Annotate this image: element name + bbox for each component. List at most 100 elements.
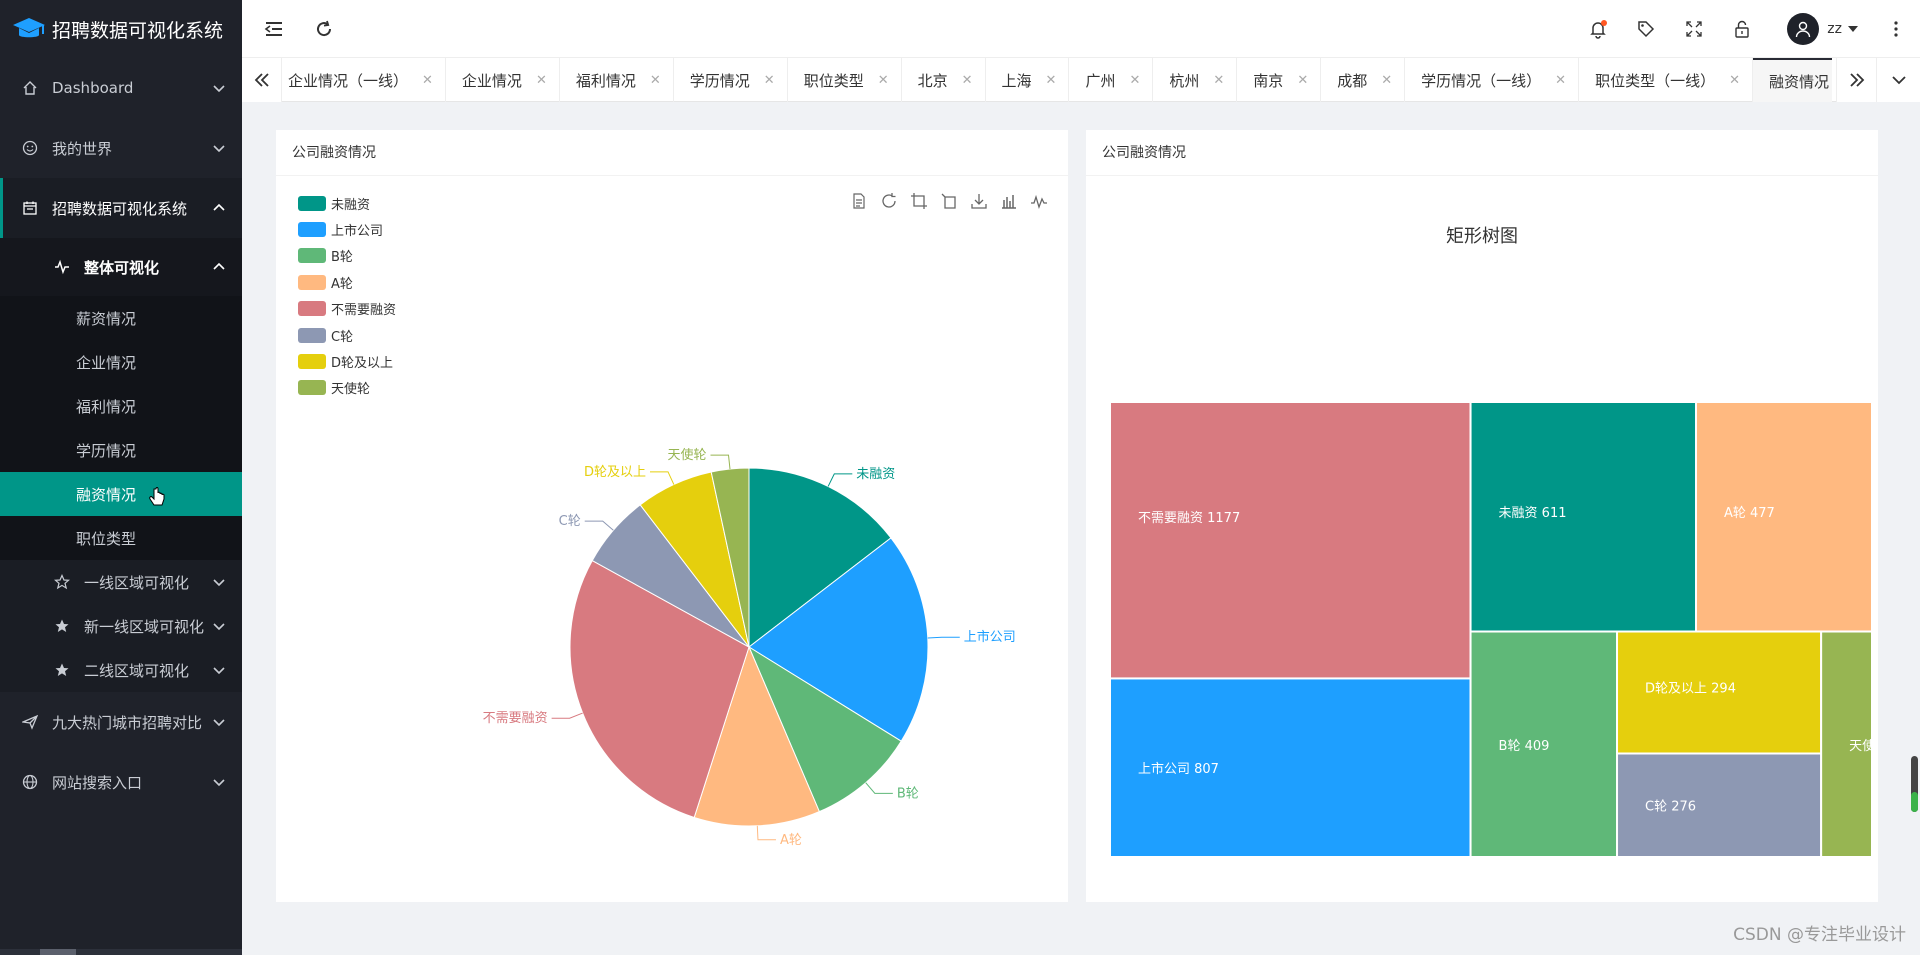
notification-button[interactable] <box>1586 17 1610 41</box>
tag-icon <box>1638 21 1655 38</box>
sidebar-item-company[interactable]: 企业情况 <box>0 340 242 384</box>
tab-13[interactable]: 融资情况✕ <box>1752 58 1832 102</box>
tag-button[interactable] <box>1634 17 1658 41</box>
chevron-down-icon <box>213 779 225 787</box>
tab-close-icon[interactable]: ✕ <box>1046 73 1057 88</box>
tab-list: 企业情况（一线） ✕ 企业情况 ✕ 福利情况 ✕ 学历情况 ✕ 职位类型 ✕ 北京 ✕ 上海 ✕ 广州 ✕ 杭州… <box>282 58 1832 102</box>
tab-8[interactable]: 杭州 ✕ <box>1153 58 1238 102</box>
pie-label-line <box>865 782 893 794</box>
tab-close-icon[interactable]: ✕ <box>650 73 661 88</box>
double-chevron-right-icon <box>1849 73 1864 87</box>
pie-label-line <box>927 636 960 639</box>
tab-close-icon[interactable]: ✕ <box>878 73 889 88</box>
treemap-cell[interactable] <box>1694 401 1873 633</box>
home-icon <box>23 81 37 95</box>
collapse-sidebar-button[interactable] <box>262 17 286 41</box>
tab-9[interactable]: 南京 ✕ <box>1237 58 1322 102</box>
fullscreen-button[interactable] <box>1682 17 1706 41</box>
tab-close-icon[interactable]: ✕ <box>1729 73 1740 88</box>
tab-11[interactable]: 学历情况（一线） ✕ <box>1405 58 1580 102</box>
tab-3[interactable]: 学历情况 ✕ <box>674 58 788 102</box>
sidebar-item-job-type[interactable]: 职位类型 <box>0 516 242 560</box>
watermark: CSDN @专注毕业设计 <box>1733 925 1906 945</box>
treemap-label: 天使轮 142 <box>1849 738 1878 754</box>
brand[interactable]: 招聘数据可视化系统 <box>0 0 242 58</box>
caret-down-icon <box>1848 26 1858 32</box>
tab-0[interactable]: 企业情况（一线） ✕ <box>282 58 446 102</box>
tabs-scroll-right-button[interactable] <box>1836 58 1876 102</box>
submenu-overall[interactable]: 整体可视化 <box>0 238 242 296</box>
menu-city-compare[interactable]: 九大热门城市招聘对比 <box>0 692 242 752</box>
menu-dashboard[interactable]: Dashboard <box>0 58 242 118</box>
tab-close-icon[interactable]: ✕ <box>1129 73 1140 88</box>
tab-label: 职位类型（一线） <box>1595 71 1716 90</box>
page-scrollbar[interactable] <box>1908 102 1918 950</box>
scroll-thumb[interactable] <box>40 949 76 955</box>
tab-4[interactable]: 职位类型 ✕ <box>788 58 902 102</box>
chevron-down-icon <box>213 719 225 727</box>
pie-card: 公司融资情况 未融资 上市公司 B轮 A轮 不需要融资 C轮 D轮及以上 天使轮 未融资 上市公… <box>276 130 1068 902</box>
tab-5[interactable]: 北京 ✕ <box>902 58 986 102</box>
region-label: 一线区域可视化 <box>84 573 190 592</box>
sidebar-item-education[interactable]: 学历情况 <box>0 428 242 472</box>
tab-close-icon[interactable]: ✕ <box>764 73 775 88</box>
treemap-label: C轮 276 <box>1645 800 1696 815</box>
sidebar-item-label: 融资情况 <box>76 485 137 504</box>
refresh-button[interactable] <box>312 17 336 41</box>
star-icon <box>55 619 69 632</box>
chevron-down-icon <box>213 667 225 675</box>
hand-cursor-icon <box>149 487 165 506</box>
menu-recruit-system[interactable]: 招聘数据可视化系统 <box>0 178 242 238</box>
treemap-card: 公司融资情况 矩形树图 不需要融资 1177 上市公司 807 未融资 611 A轮 … <box>1086 130 1878 902</box>
pie-label-line <box>584 520 614 531</box>
treemap-label: 未融资 611 <box>1499 506 1567 521</box>
tab-close-icon[interactable]: ✕ <box>422 73 433 88</box>
sidebar-region-new-tier1[interactable]: 新一线区域可视化 <box>0 604 242 648</box>
sidebar-region-tier1[interactable]: 一线区域可视化 <box>0 560 242 604</box>
sidebar-region-tier2[interactable]: 二线区域可视化 <box>0 648 242 692</box>
avatar[interactable] <box>1787 13 1820 45</box>
tab-12[interactable]: 职位类型（一线） ✕ <box>1579 58 1753 102</box>
sidebar-item-welfare[interactable]: 福利情况 <box>0 384 242 428</box>
tab-close-icon[interactable]: ✕ <box>1555 73 1566 88</box>
smile-icon <box>22 140 38 156</box>
tab-6[interactable]: 上海 ✕ <box>986 58 1070 102</box>
chevron-down-icon <box>1891 76 1906 85</box>
tabs-scroll-left-button[interactable] <box>242 58 282 102</box>
treemap-cell[interactable] <box>1109 401 1472 680</box>
tab-close-icon[interactable]: ✕ <box>962 73 973 88</box>
region-label: 新一线区域可视化 <box>84 617 205 636</box>
pie-label-line <box>650 471 675 485</box>
pie-label: 未融资 <box>856 467 895 482</box>
lock-button[interactable] <box>1730 17 1754 41</box>
treemap-label: A轮 477 <box>1724 506 1775 521</box>
calendar-icon <box>23 201 37 215</box>
tab-bar: 企业情况（一线） ✕ 企业情况 ✕ 福利情况 ✕ 学历情况 ✕ 职位类型 ✕ 北京 ✕ 上海 ✕ 广州 ✕ 杭州… <box>242 58 1920 102</box>
more-button[interactable] <box>1884 17 1908 41</box>
tab-close-icon[interactable]: ✕ <box>1381 73 1392 88</box>
pulse-icon <box>55 259 69 275</box>
sidebar-scrollbar[interactable] <box>0 949 242 955</box>
tab-close-icon[interactable]: ✕ <box>536 73 547 88</box>
chevron-down-icon <box>213 85 225 93</box>
page-scroll-indicator <box>1911 792 1918 812</box>
tabs-dropdown-button[interactable] <box>1876 58 1920 102</box>
user-icon <box>1796 21 1811 38</box>
tab-2[interactable]: 福利情况 ✕ <box>560 58 674 102</box>
tab-1[interactable]: 企业情况 ✕ <box>446 58 560 102</box>
chevron-down-icon <box>213 623 225 631</box>
tab-10[interactable]: 成都 ✕ <box>1321 58 1406 102</box>
tab-close-icon[interactable]: ✕ <box>1297 73 1308 88</box>
treemap-label: B轮 409 <box>1499 739 1550 754</box>
tab-close-icon[interactable]: ✕ <box>1213 73 1224 88</box>
send-icon <box>22 714 38 730</box>
chevron-up-icon <box>213 203 225 211</box>
more-vertical-icon <box>1894 21 1898 37</box>
sidebar-item-salary[interactable]: 薪资情况 <box>0 296 242 340</box>
pie-label: A轮 <box>780 833 802 848</box>
menu-my-world[interactable]: 我的世界 <box>0 118 242 178</box>
menu-site-search[interactable]: 网站搜索入口 <box>0 752 242 812</box>
tab-7[interactable]: 广州 ✕ <box>1069 58 1154 102</box>
sidebar-item-financing[interactable]: 融资情况 <box>0 472 242 516</box>
user-menu[interactable]: zz <box>1787 13 1860 45</box>
